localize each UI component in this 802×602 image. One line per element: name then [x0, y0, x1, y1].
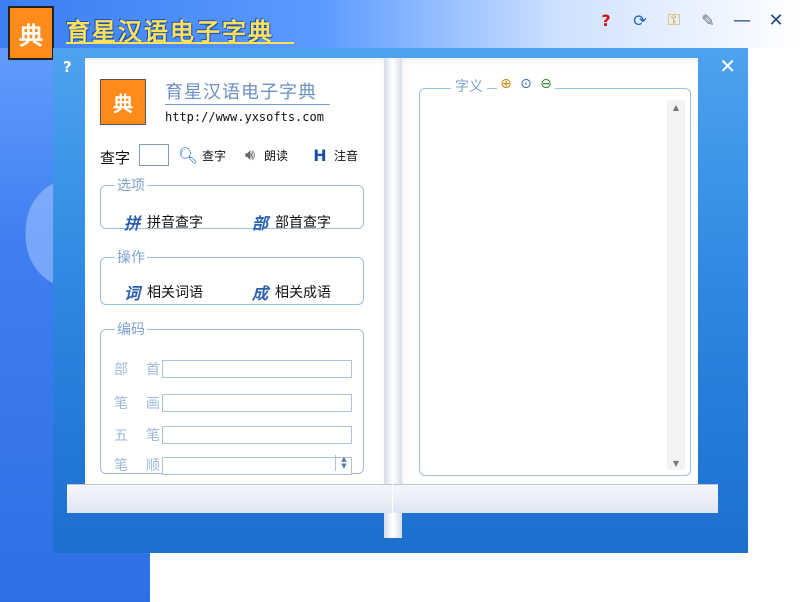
stroke-order-field[interactable]	[162, 457, 352, 475]
related-words-button[interactable]: 词 相关词语	[121, 281, 203, 303]
meaning-legend: 字义	[451, 76, 487, 96]
stroke-order-label: 笔 顺	[114, 458, 162, 474]
app-title-underline	[66, 42, 294, 44]
zoom-reset-icon[interactable]: ⊙	[517, 73, 535, 95]
speaker-icon: 🔊︎	[244, 145, 256, 164]
spin-down-icon: ▼	[341, 462, 347, 470]
meaning-text	[425, 104, 665, 464]
wubi-row: 五 笔	[114, 425, 352, 445]
pinyin-lookup-label: 拼音查字	[147, 215, 203, 231]
lookup-button[interactable]: 🔍︎ 查字	[177, 144, 226, 166]
related-idioms-button[interactable]: 成 相关成语	[249, 281, 331, 303]
right-page-fold	[393, 484, 718, 513]
options-legend: 选项	[117, 178, 145, 194]
related-words-icon: 词	[123, 284, 140, 303]
zoom-controls: ⊕ ⊙ ⊖	[497, 73, 555, 95]
book-spine	[384, 58, 402, 538]
app-logo-glyph: 典	[19, 21, 43, 50]
character-input[interactable]	[139, 144, 169, 166]
radical-lookup-label: 部首查字	[275, 215, 331, 231]
stroke-count-row: 笔 画	[114, 393, 352, 413]
zoom-out-icon[interactable]: ⊖	[537, 73, 555, 95]
dialog-help-button[interactable]: ?	[63, 58, 72, 76]
radical-field[interactable]	[162, 360, 352, 378]
radical-label: 部 首	[114, 362, 162, 378]
pinyin-label: 注音	[334, 148, 359, 163]
scroll-down-icon[interactable]: ▼	[667, 456, 685, 470]
minimize-button[interactable]: —	[730, 8, 754, 32]
dialog-close-button[interactable]: ✕	[719, 54, 736, 78]
meaning-scrollbar[interactable]: ▲ ▼	[667, 100, 685, 470]
radical-row: 部 首	[114, 359, 352, 379]
pinyin-icon: H	[313, 145, 327, 165]
radical-lookup-button[interactable]: 部 部首查字	[249, 211, 331, 233]
read-aloud-button[interactable]: 🔊︎ 朗读	[239, 144, 288, 166]
key-icon[interactable]: ⚿	[662, 8, 686, 32]
options-group: 选项 拼 拼音查字 部 部首查字	[100, 175, 364, 233]
related-idioms-label: 相关成语	[275, 285, 331, 301]
pinyin-lookup-button[interactable]: 拼 拼音查字	[121, 211, 203, 233]
wubi-field[interactable]	[162, 426, 352, 444]
dictionary-title: 育星汉语电子字典	[165, 82, 317, 103]
update-icon[interactable]: ⟳	[628, 8, 652, 32]
read-aloud-label: 朗读	[264, 148, 289, 163]
left-page-fold	[67, 484, 392, 513]
actions-legend: 操作	[117, 250, 145, 266]
related-words-label: 相关词语	[147, 285, 203, 301]
stroke-count-label: 笔 画	[114, 396, 162, 412]
dictionary-logo: 典	[100, 79, 146, 125]
window-controls: ? ⟳ ⚿ ✎ — ✕	[594, 8, 788, 32]
stroke-count-field[interactable]	[162, 394, 352, 412]
related-idioms-icon: 成	[251, 284, 268, 303]
website-link[interactable]: http://www.yxsofts.com	[165, 110, 324, 124]
wubi-label: 五 笔	[114, 428, 162, 444]
stroke-order-wrapper: ▲ ▼	[162, 455, 352, 475]
help-icon[interactable]: ?	[594, 8, 618, 32]
pinyin-lookup-icon: 拼	[123, 214, 140, 233]
settings-icon[interactable]: ✎	[696, 8, 720, 32]
magnifier-icon: 🔍︎	[177, 145, 199, 165]
encoding-legend: 编码	[117, 322, 145, 338]
title-divider	[165, 104, 330, 105]
stroke-order-spinner[interactable]: ▲ ▼	[335, 455, 352, 471]
stroke-order-row: 笔 顺 ▲ ▼	[114, 455, 352, 475]
zoom-in-icon[interactable]: ⊕	[497, 73, 515, 95]
close-button[interactable]: ✕	[764, 8, 788, 32]
lookup-label: 查字	[202, 148, 227, 163]
pinyin-button[interactable]: H 注音	[309, 144, 358, 166]
search-label: 查字	[100, 149, 131, 167]
encoding-group: 编码 部 首 笔 画 五 笔 笔 顺 ▲ ▼	[100, 319, 364, 475]
scroll-up-icon[interactable]: ▲	[667, 100, 685, 114]
app-logo: 典	[8, 6, 54, 60]
radical-lookup-icon: 部	[251, 214, 268, 233]
actions-group: 操作 词 相关词语 成 相关成语	[100, 247, 364, 305]
dictionary-dialog: ? ✕ 典 育星汉语电子字典 http://www.yxsofts.com 查字…	[53, 48, 748, 553]
